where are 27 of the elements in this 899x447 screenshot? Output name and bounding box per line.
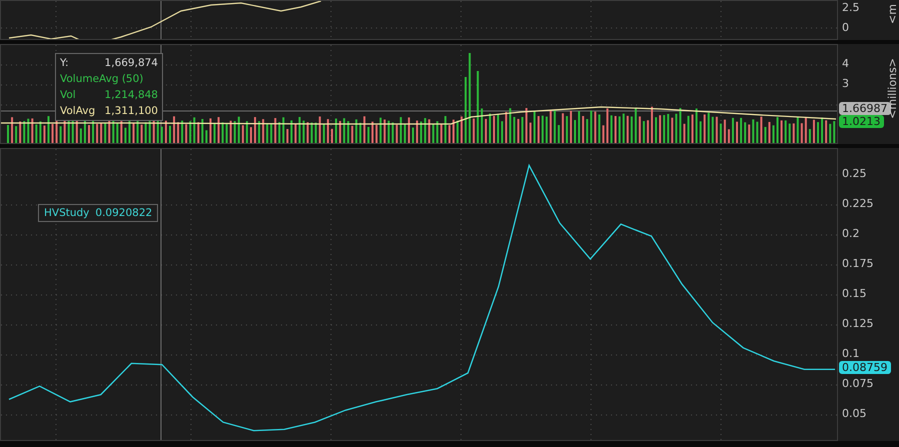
tooltip-label: Vol — [60, 88, 76, 103]
axis-label: 0.225 — [842, 196, 874, 212]
axis-label: 0.05 — [842, 406, 866, 422]
axis-label: 0.15 — [842, 286, 866, 302]
tooltip-label: Y: — [60, 56, 69, 71]
study-value: 0.0920822 — [95, 206, 152, 221]
tooltip-label: VolAvg — [60, 104, 96, 119]
tooltip-value: 1,311,100 — [104, 104, 158, 119]
axis-label: 0.075 — [842, 376, 874, 392]
axis-label: 0.1 — [842, 346, 860, 362]
axis-label: 0.2 — [842, 226, 860, 242]
price-label: 1.66987 — [839, 102, 890, 115]
price-label: 1.0213 — [839, 115, 884, 128]
axis-label: 4 — [842, 56, 849, 72]
axis-label: 0.125 — [842, 316, 874, 332]
crosshair-line — [160, 1, 162, 39]
axis-label: 0.175 — [842, 256, 874, 272]
axis-label: 3 — [842, 76, 849, 92]
last-value-label: 0.08759 — [839, 361, 890, 374]
axis-unit: <m — [886, 4, 899, 24]
tooltip-value: 1,669,874 — [104, 56, 158, 71]
axis-label: 0 — [842, 20, 849, 36]
tooltip-label: VolumeAvg (50) — [60, 72, 144, 87]
study-name: HVStudy — [44, 206, 90, 221]
axis-label: 0.25 — [842, 166, 866, 182]
axis-label: 2.5 — [842, 0, 860, 16]
tooltip-value: 1,214,848 — [104, 88, 158, 103]
